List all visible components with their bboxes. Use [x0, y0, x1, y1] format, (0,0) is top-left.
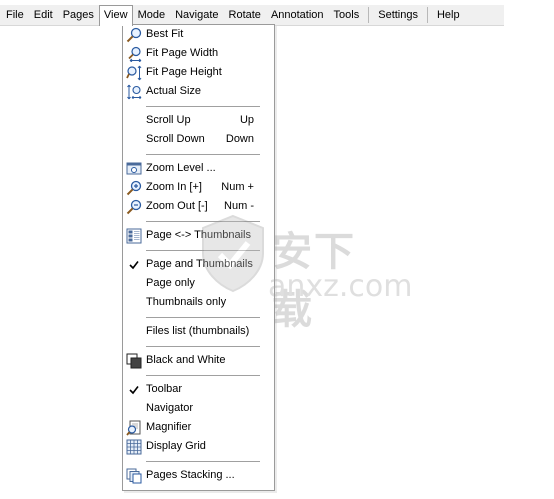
menu-item-shortcut: Down [225, 133, 254, 145]
actual-size-icon [127, 84, 142, 100]
menu-item-magnifier[interactable]: Magnifier [123, 418, 274, 437]
magnifier-icon [126, 27, 142, 43]
fit-height-icon [126, 65, 142, 81]
menu-item-shortcut: Up [239, 114, 254, 126]
menu-settings[interactable]: Settings [373, 5, 423, 25]
menu-item-zoom-in[interactable]: Zoom In [+] Num + [123, 178, 274, 197]
grid-icon [126, 439, 142, 455]
menu-item-label: Zoom Out [-] [146, 200, 208, 212]
menu-divider [368, 7, 370, 23]
menu-mode[interactable]: Mode [133, 5, 171, 25]
menu-tools[interactable]: Tools [329, 5, 365, 25]
menu-item-best-fit[interactable]: Best Fit [123, 25, 274, 44]
menu-divider [426, 7, 428, 23]
menu-item-zoom-level[interactable]: Zoom Level ... [123, 159, 274, 178]
zoom-level-icon [126, 162, 142, 175]
menu-item-label: Zoom Level ... [146, 162, 216, 174]
menu-item-label: Pages Stacking ... [146, 469, 235, 481]
view-dropdown-menu: Best Fit Fit Page Width Fit Page Height … [122, 24, 275, 491]
menu-item-scroll-up[interactable]: Scroll Up Up [123, 111, 274, 130]
menu-annotation[interactable]: Annotation [266, 5, 329, 25]
zoom-out-icon [126, 199, 142, 215]
menu-item-thumbnails-only[interactable]: Thumbnails only [123, 293, 274, 312]
menu-separator [123, 370, 274, 380]
menu-item-label: Page <-> Thumbnails [146, 229, 251, 241]
menu-item-label: Actual Size [146, 85, 202, 97]
menu-item-black-and-white[interactable]: Black and White [123, 351, 274, 370]
thumbnails-icon [126, 228, 142, 244]
menu-item-label: Fit Page Height [146, 66, 222, 78]
menu-item-actual-size[interactable]: Actual Size [123, 82, 274, 101]
menu-separator [123, 149, 274, 159]
checkmark-icon [129, 261, 139, 270]
magnifier-page-icon [126, 420, 141, 436]
pages-stack-icon [126, 468, 142, 484]
menu-item-navigator[interactable]: Navigator [123, 399, 274, 418]
menu-item-page-only[interactable]: Page only [123, 274, 274, 293]
menu-item-label: Best Fit [146, 28, 184, 40]
menu-item-label: Page and Thumbnails [146, 258, 253, 270]
menu-pages[interactable]: Pages [58, 5, 99, 25]
menu-item-shortcut: Num - [224, 200, 254, 212]
menu-item-shortcut: Num + [221, 181, 254, 193]
menu-item-page-thumbnails-toggle[interactable]: Page <-> Thumbnails [123, 226, 274, 245]
menu-item-label: Page only [146, 277, 195, 289]
fit-width-icon [128, 46, 142, 62]
menu-item-toolbar[interactable]: Toolbar [123, 380, 274, 399]
menu-item-fit-page-height[interactable]: Fit Page Height [123, 63, 274, 82]
checkmark-icon [129, 386, 139, 395]
menu-separator [123, 312, 274, 322]
menu-item-label: Scroll Down [146, 133, 205, 145]
menu-rotate[interactable]: Rotate [224, 5, 266, 25]
menu-file[interactable]: File [0, 5, 29, 25]
menu-item-fit-page-width[interactable]: Fit Page Width [123, 44, 274, 63]
menu-item-scroll-down[interactable]: Scroll Down Down [123, 130, 274, 149]
menu-item-label: Display Grid [146, 440, 206, 452]
menu-item-label: Magnifier [146, 421, 192, 433]
menu-item-label: Zoom In [+] [146, 181, 202, 193]
menu-bar: File Edit Pages View Mode Navigate Rotat… [0, 4, 504, 26]
menu-separator [123, 245, 274, 255]
menu-edit[interactable]: Edit [29, 5, 58, 25]
menu-item-pages-stacking[interactable]: Pages Stacking ... [123, 466, 274, 485]
black-white-icon [126, 353, 142, 369]
menu-item-files-list[interactable]: Files list (thumbnails) [123, 322, 274, 341]
menu-item-label: Thumbnails only [146, 296, 227, 308]
menu-item-label: Files list (thumbnails) [146, 325, 250, 337]
zoom-in-icon [126, 180, 142, 196]
menu-separator [123, 341, 274, 351]
menu-item-label: Scroll Up [146, 114, 191, 126]
menu-separator [123, 216, 274, 226]
menu-separator [123, 101, 274, 111]
watermark-text: 安下载 [272, 229, 356, 333]
menu-view[interactable]: View [98, 4, 133, 26]
watermark-subtext: anxz.com [268, 269, 413, 304]
menu-item-page-and-thumbnails[interactable]: Page and Thumbnails [123, 255, 274, 274]
menu-item-label: Toolbar [146, 383, 183, 395]
menu-item-zoom-out[interactable]: Zoom Out [-] Num - [123, 197, 274, 216]
menu-item-label: Navigator [146, 402, 194, 414]
menu-help[interactable]: Help [432, 5, 465, 25]
menu-item-label: Black and White [146, 354, 226, 366]
menu-item-label: Fit Page Width [146, 47, 219, 59]
menu-navigate[interactable]: Navigate [170, 5, 223, 25]
menu-separator [123, 456, 274, 466]
menu-item-display-grid[interactable]: Display Grid [123, 437, 274, 456]
